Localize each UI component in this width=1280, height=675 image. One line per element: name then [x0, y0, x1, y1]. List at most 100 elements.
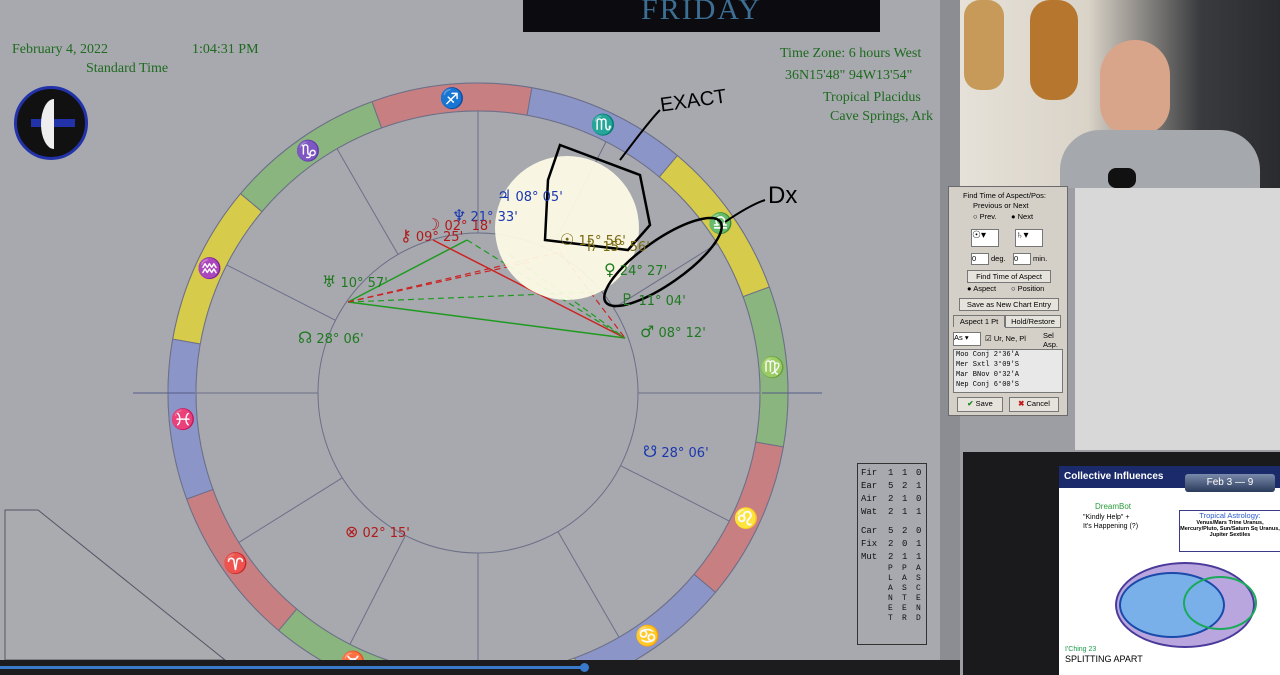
planet-glyph-icon: ☊ — [298, 328, 313, 347]
slide-tropical-box: Tropical Astrology: Venus/Mars Trine Ura… — [1179, 510, 1280, 552]
cancel-label: Cancel — [1026, 399, 1050, 408]
video-progress-bar[interactable] — [0, 660, 960, 675]
planet-label-8: ♀ 24° 27' — [604, 260, 667, 279]
element-value: 2 — [888, 552, 894, 562]
element-value: 1 — [916, 507, 922, 517]
slide-quote2: It's Happening (?) — [1083, 523, 1139, 530]
as-select[interactable]: As ▾ — [953, 332, 981, 346]
element-count-table: Fir 1 1 0 Ear 5 2 1 Air 2 1 0 Wat 2 1 1 Car 5 2 0 Fix 2 0 1 Mut 2… — [857, 463, 927, 645]
planet-degree: 02° 15' — [358, 526, 410, 541]
element-label: Mut — [861, 552, 878, 562]
slide-iching: I'Ching 23 — [1065, 646, 1097, 653]
ur-ne-pl-label: Ur, Ne, Pl — [993, 334, 1026, 343]
element-value: 0 — [902, 539, 908, 549]
friday-banner: FRIDAY — [523, 0, 880, 32]
cancel-button[interactable]: ✖ Cancel — [1009, 397, 1059, 412]
element-label: Fir — [861, 468, 878, 478]
zodiac-glyph-4: ♌ — [734, 506, 759, 530]
element-label: Ear — [861, 481, 878, 491]
aspect-list-item[interactable]: Mar BNov 0°32'A — [954, 370, 1062, 380]
element-value: 2 — [888, 494, 894, 504]
prev-radio[interactable]: ○ Prev. — [973, 212, 997, 221]
planet-degree: 15° 56' — [598, 240, 650, 255]
astrology-chart-area: ♈♉♊♋♌♍♎♏♐♑♒♓ February 4, 2022 — [0, 0, 940, 660]
presenter-head — [1100, 40, 1170, 135]
min-input[interactable]: 0 — [1013, 253, 1031, 265]
planet1-select[interactable]: ☉▾ — [971, 229, 999, 247]
planet-degree: 09° 25' — [411, 230, 464, 245]
position-radio[interactable]: ○ Position — [1011, 284, 1044, 293]
element-value: 0 — [916, 494, 922, 504]
aspect-list-item[interactable]: Moo Conj 2°36'A — [954, 350, 1062, 360]
guitar-image — [1030, 0, 1078, 100]
element-value: 5 — [888, 481, 894, 491]
save-chart-button[interactable]: Save as New Chart Entry — [959, 298, 1059, 311]
element-value: 2 — [902, 526, 908, 536]
planet-glyph-icon: ⊗ — [345, 522, 359, 541]
microphone-image — [1108, 168, 1136, 188]
element-value: 1 — [902, 494, 908, 504]
slide-quote1: "Kindly Help" + — [1083, 514, 1130, 521]
element-value: 0 — [916, 526, 922, 536]
element-footer-column: ASCEND — [916, 564, 921, 623]
position-radio-label: Position — [1017, 284, 1045, 293]
planet-glyph-icon: ♄ — [584, 236, 599, 255]
as-select-value: As — [954, 333, 963, 342]
deg-input[interactable]: 0 — [971, 253, 989, 265]
aspect-list-item[interactable]: Mer Sxtl 3°09'S — [954, 360, 1062, 370]
planet-glyph-icon: ⚷ — [400, 226, 412, 245]
planet-degree: 24° 27' — [615, 264, 668, 279]
venn-green-ellipse — [1183, 576, 1257, 630]
deg-label: deg. — [991, 254, 1006, 263]
chart-location: Cave Springs, Ark — [830, 109, 934, 124]
aspect-list-item[interactable]: Nep Conj 6°00'S — [954, 380, 1062, 390]
save-button[interactable]: ✔ Save — [957, 397, 1003, 412]
progress-handle[interactable] — [580, 663, 589, 672]
element-value: 1 — [916, 539, 922, 549]
zodiac-glyph-9: ♑ — [296, 139, 321, 163]
element-label: Fix — [861, 539, 878, 549]
planet-degree: 28° 06' — [657, 446, 709, 461]
planet-label-11: ☋ 28° 06' — [643, 442, 709, 461]
next-radio-label: Next — [1017, 212, 1034, 221]
chart-house-system: Tropical Placidus — [823, 90, 921, 105]
slide-splitting: SPLITTING APART — [1065, 654, 1143, 664]
planet-label-3: ♃ 08° 05' — [497, 186, 563, 205]
planet-degree: 11° 04' — [634, 294, 686, 309]
planet2-select[interactable]: ♄▾ — [1015, 229, 1043, 247]
element-value: 2 — [888, 539, 894, 549]
find-time-button[interactable]: Find Time of Aspect — [967, 270, 1051, 283]
zodiac-glyph-5: ♍ — [760, 355, 785, 379]
aspect-list[interactable]: Moo Conj 2°36'A Mer Sxtl 3°09'S Mar BNov 0… — [953, 349, 1063, 393]
element-value: 0 — [916, 468, 922, 478]
chart-time-type: Standard Time — [86, 61, 169, 76]
planet-glyph-icon: ♀ — [604, 260, 616, 279]
tab-hold-restore[interactable]: Hold/Restore — [1005, 315, 1061, 328]
next-radio[interactable]: ● Next — [1011, 212, 1033, 221]
progress-fill — [0, 666, 585, 669]
aspect-radio[interactable]: ● Aspect — [967, 284, 996, 293]
zodiac-glyph-10: ♒ — [197, 256, 222, 280]
slide-header: Collective Influences — [1064, 471, 1164, 482]
planet-label-12: ⊗ 02° 15' — [345, 522, 410, 541]
sel-asp-label: Sel Asp. — [1043, 331, 1059, 349]
zodiac-glyph-0: ♈ — [223, 551, 248, 575]
planet-label-1: ☊ 28° 06' — [298, 328, 364, 347]
element-value: 1 — [902, 552, 908, 562]
zodiac-glyph-7: ♏ — [591, 113, 616, 137]
dx-annotation-pointer — [724, 199, 766, 223]
planet-glyph-icon: ☉ — [560, 230, 575, 249]
webcam-feed — [960, 0, 1280, 188]
chart-time: 1:04:31 PM — [192, 42, 259, 57]
min-label: min. — [1033, 254, 1048, 263]
ur-ne-pl-checkbox[interactable]: ☑ Ur, Ne, Pl — [985, 334, 1026, 343]
aspect-radio-label: Aspect — [973, 284, 997, 293]
chart-timezone: Time Zone: 6 hours West — [780, 46, 922, 61]
planet-degree: 08° 12' — [654, 326, 706, 341]
element-footer-column: PASTER — [902, 564, 907, 623]
zodiac-glyph-3: ♋ — [635, 623, 660, 647]
tab-aspect-1pt[interactable]: Aspect 1 Pt — [953, 315, 1005, 327]
element-label: Car — [861, 526, 878, 536]
planet-glyph-icon: ☋ — [643, 442, 658, 461]
aspect-grid — [4, 509, 226, 660]
